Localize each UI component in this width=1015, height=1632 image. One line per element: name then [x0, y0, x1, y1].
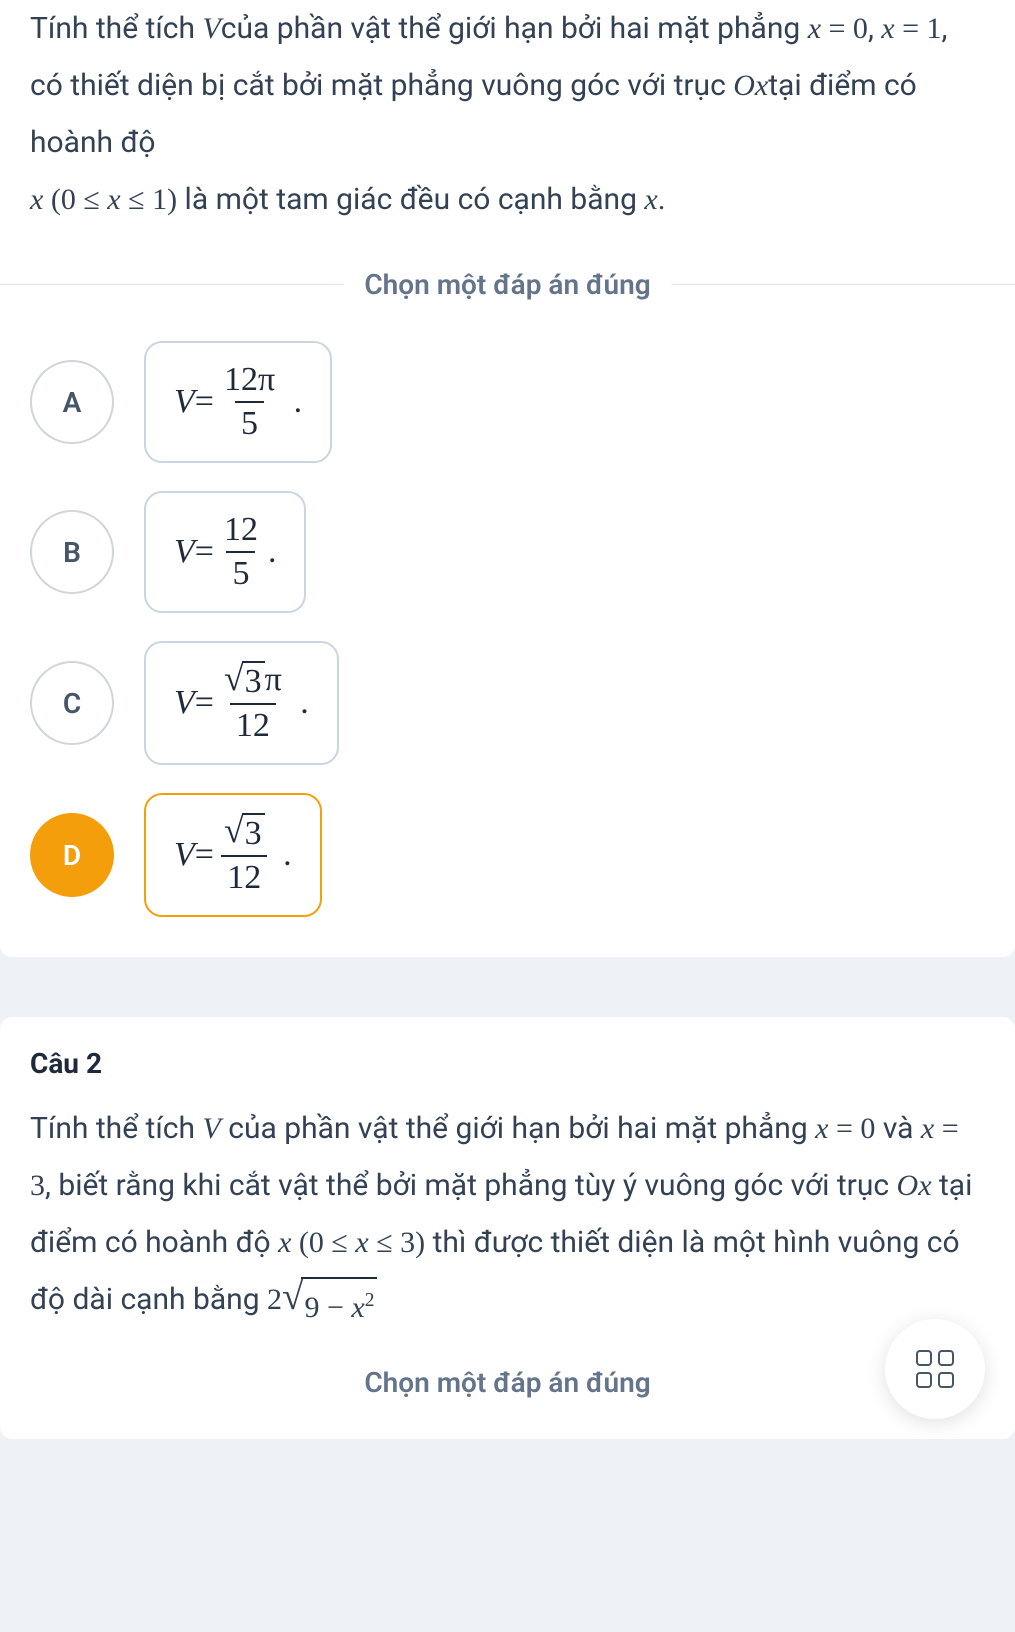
math-eq: = — [195, 383, 214, 421]
radicand: 9 − x2 — [301, 1277, 377, 1336]
math-V: V — [174, 836, 195, 874]
text: Tính thể tích — [30, 11, 202, 46]
math-eq: = — [195, 684, 214, 722]
math-range: ≤ 3) — [369, 1226, 425, 1259]
text: của phần vật thể giới hạn bởi hai mặt ph… — [221, 11, 808, 46]
denominator: 12 — [230, 703, 276, 745]
math-x: x — [351, 1291, 364, 1324]
math-V: V — [174, 533, 195, 571]
math-x: x — [644, 183, 657, 216]
choose-prompt-2: Chọn một đáp án đúng — [30, 1366, 985, 1399]
math-x: x — [808, 12, 821, 45]
period: . — [292, 684, 309, 722]
question-2-card: Câu 2 Tính thể tích V của phần vật thể g… — [0, 1017, 1015, 1439]
pi: π — [265, 661, 282, 698]
math-V: V — [202, 12, 220, 45]
sqrt: √9 − x2 — [282, 1277, 377, 1336]
sqrt: √3 — [224, 661, 265, 701]
fraction: √3 12 — [218, 813, 271, 897]
denominator: 5 — [226, 551, 255, 593]
numerator: 12π — [218, 361, 281, 401]
math-x: x — [107, 183, 120, 216]
math-eq: = — [195, 836, 214, 874]
denominator: 5 — [235, 401, 264, 443]
question-2-text: Tính thể tích V của phần vật thể giới hạ… — [30, 1100, 985, 1336]
math-range: (0 ≤ — [299, 1226, 355, 1259]
math-x: x — [278, 1226, 291, 1259]
text: . — [658, 182, 666, 217]
math-range: (0 ≤ — [43, 183, 107, 216]
math-eq: = 0 — [821, 12, 868, 45]
fraction: 12 5 — [218, 511, 264, 593]
exponent: 2 — [365, 1290, 375, 1311]
math-eq: = 0 — [828, 1112, 875, 1145]
option-C[interactable]: C V = √3π 12 . — [30, 641, 985, 765]
text: của phần vật thể giới hạn bởi hai mặt ph… — [221, 1111, 815, 1146]
fraction: 12π 5 — [218, 361, 281, 443]
grid-icon — [916, 1350, 954, 1388]
option-letter-C: C — [30, 661, 114, 745]
denominator: 12 — [221, 855, 267, 897]
numerator: √3 — [218, 813, 271, 855]
math-x: x — [355, 1226, 368, 1259]
option-letter-D: D — [30, 813, 114, 897]
choose-prompt: Chọn một đáp án đúng — [344, 268, 670, 301]
option-letter-A: A — [30, 360, 114, 444]
math-V: V — [174, 684, 195, 722]
text: , biết rằng khi cắt vật thể bởi mặt phẳn… — [45, 1168, 897, 1203]
option-B[interactable]: B V = 12 5 . — [30, 491, 985, 613]
numerator: 12 — [218, 511, 264, 551]
choose-prompt-divider: Chọn một đáp án đúng — [0, 268, 1015, 301]
period: . — [268, 533, 277, 571]
option-formula-D: V = √3 12 . — [144, 793, 322, 917]
question-2-label: Câu 2 — [30, 1047, 985, 1080]
option-letter-B: B — [30, 510, 114, 594]
radicand-text: 9 − — [304, 1291, 351, 1324]
divider-line — [0, 284, 344, 285]
math-Ox: Ox — [733, 69, 768, 102]
period: . — [285, 383, 302, 421]
math-V: V — [202, 1112, 220, 1145]
math-eq: = — [195, 533, 214, 571]
math-eq: = 1 — [895, 12, 942, 45]
text: , — [868, 11, 881, 46]
math-range: ≤ 1) — [121, 183, 177, 216]
math-Ox: Ox — [897, 1169, 932, 1202]
option-D[interactable]: D V = √3 12 . — [30, 793, 985, 917]
option-A[interactable]: A V = 12π 5 . — [30, 341, 985, 463]
math-coef: 2 — [267, 1283, 282, 1316]
question-1-card: Tính thể tích Vcủa phần vật thể giới hạn… — [0, 0, 1015, 957]
math-x: x — [30, 183, 43, 216]
sqrt: √3 — [224, 813, 265, 853]
math-x: x — [881, 12, 894, 45]
text: và — [875, 1111, 921, 1146]
fraction: √3π 12 — [218, 661, 288, 745]
divider-line — [671, 284, 1015, 285]
option-formula-A: V = 12π 5 . — [144, 341, 332, 463]
math-x: x — [921, 1112, 934, 1145]
math-x: x — [815, 1112, 828, 1145]
radicand: 3 — [242, 813, 265, 853]
numerator: √3π — [218, 661, 288, 703]
period: . — [275, 836, 292, 874]
text: là một tam giác đều có cạnh bằng — [177, 182, 644, 217]
math-V: V — [174, 383, 195, 421]
option-formula-C: V = √3π 12 . — [144, 641, 339, 765]
grid-menu-button[interactable] — [885, 1319, 985, 1419]
options-list: A V = 12π 5 . B V = 12 5 . — [0, 341, 1015, 917]
question-1-text: Tính thể tích Vcủa phần vật thể giới hạn… — [0, 0, 1015, 258]
text: Tính thể tích — [30, 1111, 202, 1146]
option-formula-B: V = 12 5 . — [144, 491, 306, 613]
radicand: 3 — [242, 661, 265, 701]
